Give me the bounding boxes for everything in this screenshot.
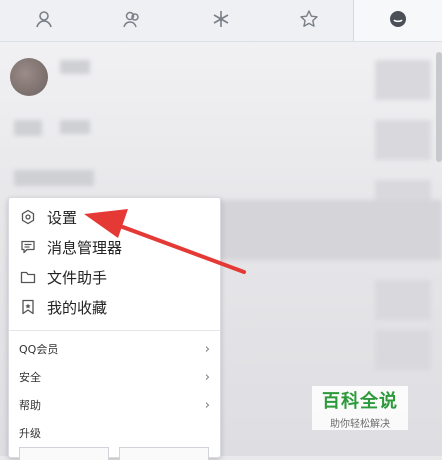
- watermark-logo: 百科全说 助你轻松解决: [312, 386, 408, 430]
- watermark-subtitle: 助你轻松解决: [330, 418, 390, 430]
- watermark-title: 百科全说: [322, 390, 398, 412]
